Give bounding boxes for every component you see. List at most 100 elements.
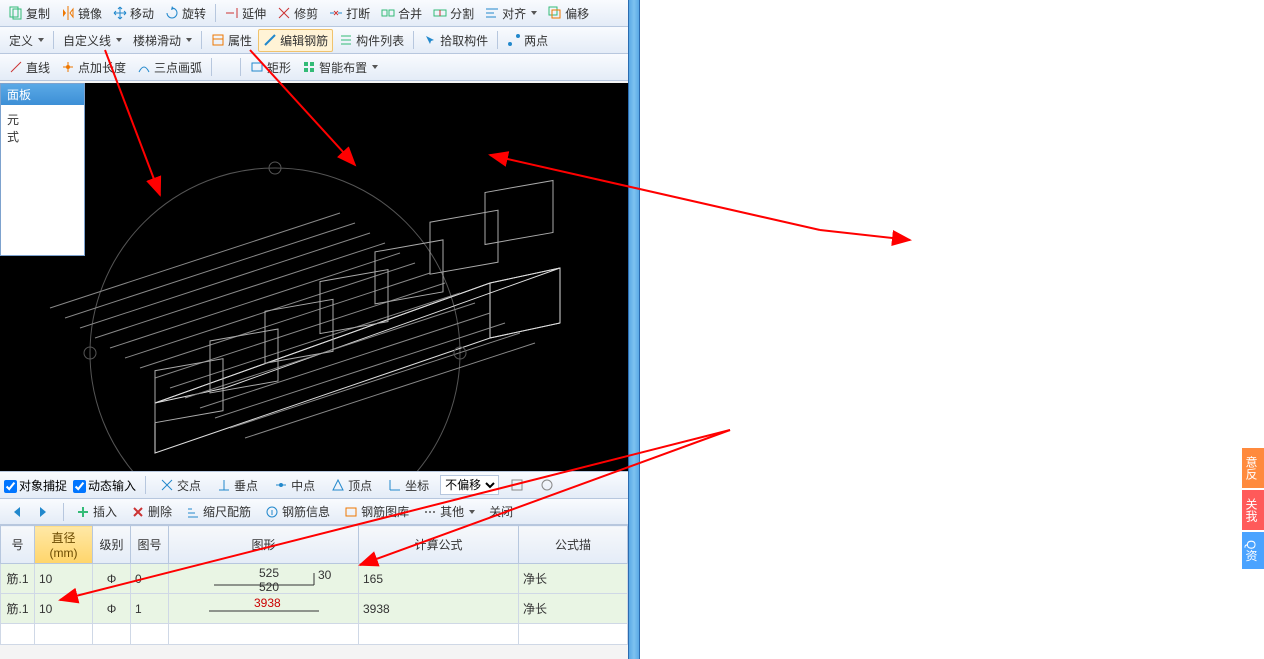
cell-fig[interactable]: 0	[131, 564, 169, 594]
close-button[interactable]: 关闭	[484, 500, 518, 523]
coord-button[interactable]: 坐标	[383, 474, 434, 497]
qa-page: ★ 浏览3 次| 0 回答| 0 答得好| 0问得好 1.滑动支座啥意思 2.怎…	[640, 0, 1264, 659]
extra2-button[interactable]	[535, 475, 559, 495]
three-arc-button[interactable]: 三点画弧	[132, 56, 207, 79]
offset-select[interactable]: 不偏移	[440, 475, 499, 495]
viewport-3d[interactable]	[0, 83, 628, 471]
first-button[interactable]	[4, 502, 28, 522]
copy-button[interactable]: 复制	[4, 2, 55, 25]
component-list-button[interactable]: 构件列表	[334, 29, 409, 52]
rebar-info-button[interactable]: 钢筋信息	[260, 500, 335, 523]
offset-button[interactable]: 偏移	[543, 2, 594, 25]
cell-formula[interactable]: 165	[359, 564, 519, 594]
break-button[interactable]: 打断	[324, 2, 375, 25]
col-shape[interactable]: 图形	[169, 526, 359, 564]
cell-grade[interactable]: Φ	[93, 594, 131, 624]
rebar-lib-button[interactable]: 钢筋图库	[339, 500, 414, 523]
first-icon	[9, 505, 23, 519]
line-button[interactable]: 直线	[4, 56, 55, 79]
align-button[interactable]: 对齐	[480, 2, 542, 25]
col-desc[interactable]: 公式描	[519, 526, 628, 564]
cell-dia[interactable]: 10	[35, 594, 93, 624]
align-label: 对齐	[502, 5, 526, 22]
rotate-label: 旋转	[182, 5, 206, 22]
copy-label: 复制	[26, 5, 50, 22]
insert-label: 插入	[93, 503, 117, 520]
vertex-label: 顶点	[348, 477, 372, 494]
vertex-button[interactable]: 顶点	[326, 474, 377, 497]
col-no[interactable]: 号	[1, 526, 35, 564]
cell-name: 筋.1	[1, 594, 35, 624]
cell-fig[interactable]: 1	[131, 594, 169, 624]
custom-line-button[interactable]: 自定义线	[58, 29, 127, 52]
table-row[interactable]: 筋.1 10 Φ 1 3938 3938 净长	[1, 594, 628, 624]
merge-button[interactable]: 合并	[376, 2, 427, 25]
table-row[interactable]: 筋.1 10 Φ 0 52552030 165 净长	[1, 564, 628, 594]
col-dia[interactable]: 直径(mm)	[35, 526, 93, 564]
toolbar-edit: 复制 镜像 移动 旋转 延伸 修剪 打断 合并 分割 对齐 偏移	[0, 0, 628, 27]
trim-label: 修剪	[294, 5, 318, 22]
cell-desc[interactable]: 净长	[519, 564, 628, 594]
col-formula[interactable]: 计算公式	[359, 526, 519, 564]
rebar-info-label: 钢筋信息	[282, 503, 330, 520]
component-list-label: 构件列表	[356, 32, 404, 49]
stair-slide-label: 楼梯滑动	[133, 32, 181, 49]
side-tabs: 意反 关我 Q资	[1242, 448, 1264, 571]
edit-rebar-button[interactable]: 编辑钢筋	[258, 29, 333, 52]
cell-grade[interactable]: Φ	[93, 564, 131, 594]
cell-shape[interactable]: 52552030	[169, 564, 359, 594]
cross-button[interactable]: 交点	[155, 474, 206, 497]
side-tab-feedback[interactable]: 意反	[1242, 448, 1264, 488]
stair-slide-button[interactable]: 楼梯滑动	[128, 29, 197, 52]
mid-button[interactable]: 中点	[269, 474, 320, 497]
svg-text:30: 30	[318, 568, 332, 582]
cell-desc[interactable]: 净长	[519, 594, 628, 624]
cell-shape[interactable]: 3938	[169, 594, 359, 624]
move-button[interactable]: 移动	[108, 2, 159, 25]
merge-label: 合并	[398, 5, 422, 22]
split-label: 分割	[450, 5, 474, 22]
separator	[145, 476, 146, 494]
separator	[240, 58, 241, 76]
insert-button[interactable]: 插入	[71, 500, 122, 523]
two-point-button[interactable]: 两点	[502, 29, 553, 52]
smart-layout-button[interactable]: 智能布置	[297, 56, 383, 79]
cell-dia[interactable]: 10	[35, 564, 93, 594]
side-tab-about[interactable]: 关我	[1242, 490, 1264, 530]
define-button[interactable]: 定义	[4, 29, 49, 52]
side-tab-qq[interactable]: Q资	[1242, 532, 1264, 569]
delete-button[interactable]: 删除	[126, 500, 177, 523]
status-bar: 对象捕捉 动态输入 交点 垂点 中点 顶点 坐标 不偏移	[0, 471, 628, 499]
toolbar-define: 定义 自定义线 楼梯滑动 属性 编辑钢筋 构件列表 拾取构件 两点	[0, 27, 628, 54]
add-point-button[interactable]: 点加长度	[56, 56, 131, 79]
rotate-button[interactable]: 旋转	[160, 2, 211, 25]
pick-component-button[interactable]: 拾取构件	[418, 29, 493, 52]
delete-label: 删除	[148, 503, 172, 520]
extra1-button[interactable]	[505, 475, 529, 495]
trim-button[interactable]: 修剪	[272, 2, 323, 25]
props-button[interactable]: 属性	[206, 29, 257, 52]
table-row-empty[interactable]	[1, 624, 628, 645]
scale-rebar-button[interactable]: 缩尺配筋	[181, 500, 256, 523]
mirror-button[interactable]: 镜像	[56, 2, 107, 25]
separator	[413, 31, 414, 49]
other-button[interactable]: 其他	[418, 500, 480, 523]
split-button[interactable]: 分割	[428, 2, 479, 25]
cell-formula[interactable]: 3938	[359, 594, 519, 624]
rect-button[interactable]: 矩形	[245, 56, 296, 79]
col-fig[interactable]: 图号	[131, 526, 169, 564]
two-point-label: 两点	[524, 32, 548, 49]
snap-checkbox[interactable]: 对象捕捉	[4, 477, 67, 494]
panel-title: 面板	[1, 84, 84, 105]
perp-button[interactable]: 垂点	[212, 474, 263, 497]
dyn-checkbox[interactable]: 动态输入	[73, 477, 136, 494]
window-border	[628, 0, 640, 659]
last-button[interactable]	[32, 502, 56, 522]
col-grade[interactable]: 级别	[93, 526, 131, 564]
panel-float[interactable]: 面板 元 式	[0, 83, 85, 256]
perp-label: 垂点	[234, 477, 258, 494]
extend-button[interactable]: 延伸	[220, 2, 271, 25]
break-label: 打断	[346, 5, 370, 22]
separator	[497, 31, 498, 49]
close-label: 关闭	[489, 503, 513, 520]
